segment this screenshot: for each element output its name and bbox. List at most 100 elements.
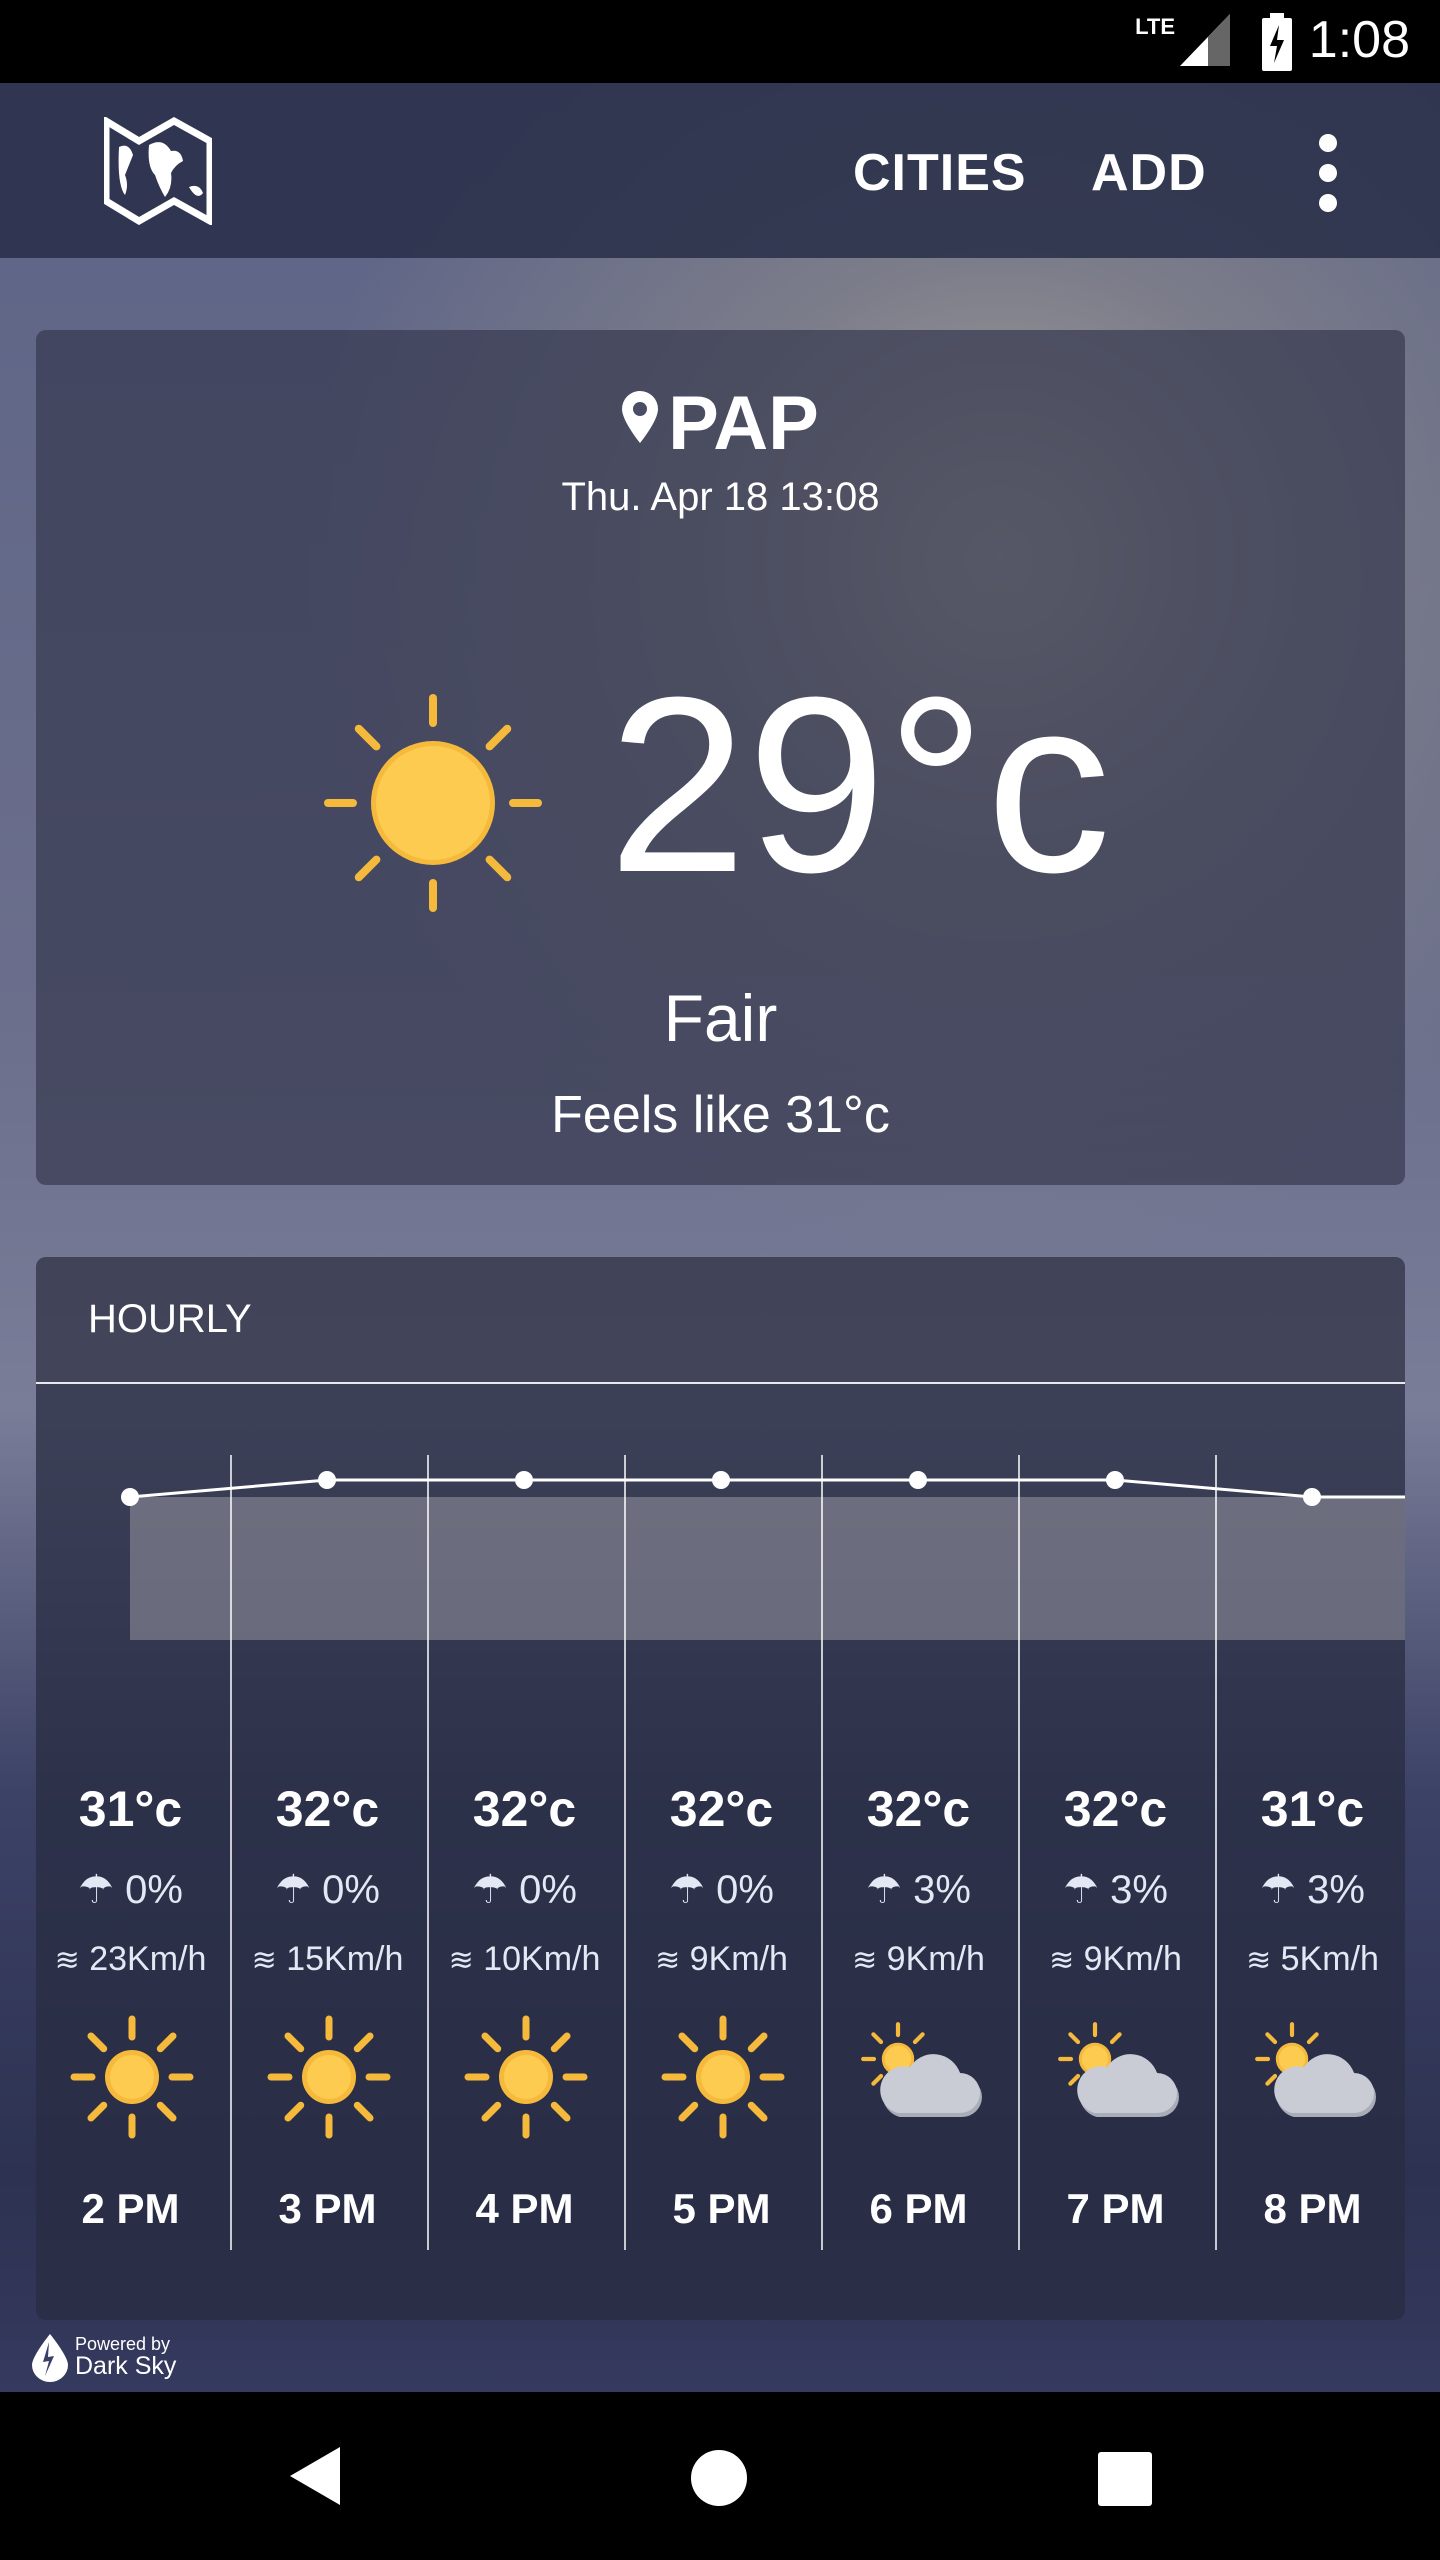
hourly-temp: 32°c [669, 1781, 774, 1837]
sun-ray [550, 2032, 571, 2053]
sun-ray [912, 2032, 925, 2045]
hourly-temp: 32°c [1063, 1781, 1168, 1837]
hourly-temp: 31°c [78, 1781, 183, 1837]
umbrella-icon: ☂ [1260, 1868, 1296, 1912]
umbrella-icon: ☂ [275, 1868, 311, 1912]
umbrella-icon: ☂ [78, 1868, 114, 1912]
hourly-temp: 32°c [866, 1781, 971, 1837]
sun-ray [678, 2032, 699, 2053]
sun-ray [284, 2032, 305, 2053]
location-pin-icon [622, 391, 659, 443]
sun-ray [871, 2032, 884, 2045]
column-divider [624, 1455, 626, 2250]
app-bar: CITIES ADD [0, 83, 1440, 258]
hourly-time: 6 PM [869, 2185, 968, 2232]
location: PAP [36, 380, 1405, 467]
umbrella-icon: ☂ [472, 1868, 508, 1912]
hourly-precip: ☂ 3% [1063, 1868, 1168, 1912]
hourly-wind: ≋ 9Km/h [655, 1940, 788, 1978]
sun-ray [1068, 2073, 1081, 2086]
sun-icon [267, 2015, 391, 2139]
sun-ray [485, 724, 512, 751]
sun-icon [324, 694, 542, 912]
current-weather-card: PAP Thu. Apr 18 13:08 29°c Fair Feels li… [36, 330, 1405, 1185]
hourly-wind: ≋ 9Km/h [1049, 1940, 1182, 1978]
hourly-precip: ☂ 0% [472, 1868, 577, 1912]
sun-ray [481, 2032, 502, 2053]
sun-icon [661, 2015, 785, 2139]
sun-ray [678, 2101, 699, 2122]
hourly-precip: ☂ 0% [78, 1868, 183, 1912]
wind-icon: ≋ [1246, 1944, 1272, 1977]
sun-ray [747, 2101, 768, 2122]
sun-ray [354, 724, 381, 751]
hourly-wind: ≋ 5Km/h [1246, 1940, 1379, 1978]
sun-ray [550, 2101, 571, 2122]
hourly-item: 32°c ☂ 3% ≋ 9Km/h 7 PM [1017, 1455, 1214, 2250]
sun-ray [284, 2101, 305, 2122]
hourly-title: HOURLY [88, 1297, 252, 1341]
sun-ray [481, 2101, 502, 2122]
dark-sky-logo-icon [32, 2334, 68, 2382]
wind-icon: ≋ [54, 1944, 80, 1977]
sun-icon [464, 2015, 588, 2139]
partly-cloudy-icon [1058, 2022, 1179, 2117]
hourly-time: 7 PM [1066, 2185, 1165, 2232]
more-vert-icon[interactable] [1314, 133, 1342, 213]
partly-cloudy-icon [861, 2022, 982, 2117]
world-map-icon[interactable] [104, 117, 212, 225]
sun-ray [87, 2101, 108, 2122]
hourly-time: 8 PM [1263, 2185, 1362, 2232]
hourly-temp: 32°c [472, 1781, 577, 1837]
sun-ray [156, 2101, 177, 2122]
current-condition: Fair [663, 981, 778, 1055]
sun-ray [353, 2101, 374, 2122]
hourly-item: 31°c ☂ 0% ≋ 23Km/h 2 PM [32, 1455, 229, 2250]
current-datetime: Thu. Apr 18 13:08 [561, 475, 880, 519]
hourly-item: 32°c ☂ 3% ≋ 9Km/h 6 PM [820, 1455, 1017, 2250]
wind-icon: ≋ [1049, 1944, 1075, 1977]
sun-ray [354, 855, 381, 882]
status-bar: LTE 1:08 [0, 0, 1440, 83]
signal-icon [1180, 14, 1230, 66]
hourly-time: 3 PM [278, 2185, 377, 2232]
add-button[interactable]: ADD [1091, 143, 1207, 203]
sun-ray [87, 2032, 108, 2053]
network-label: LTE [1135, 14, 1175, 39]
hourly-time: 2 PM [81, 2185, 180, 2232]
clock: 1:08 [1308, 11, 1410, 69]
column-divider [1018, 1455, 1020, 2250]
recents-icon[interactable] [1098, 2452, 1152, 2506]
hourly-temp: 32°c [275, 1781, 380, 1837]
battery-charging-icon [1262, 13, 1292, 71]
hourly-precip: ☂ 3% [1260, 1868, 1365, 1912]
hourly-precip: ☂ 0% [669, 1868, 774, 1912]
sun-ray [1265, 2032, 1278, 2045]
current-temperature: 29°c [608, 645, 1112, 924]
dark-sky-label: Dark Sky [75, 2352, 177, 2380]
wind-icon: ≋ [448, 1944, 474, 1977]
wind-icon: ≋ [251, 1944, 277, 1977]
hourly-precip: ☂ 0% [275, 1868, 380, 1912]
hourly-item: 32°c ☂ 0% ≋ 10Km/h 4 PM [426, 1455, 623, 2250]
sun-ray [747, 2032, 768, 2053]
umbrella-icon: ☂ [866, 1868, 902, 1912]
back-icon[interactable] [290, 2447, 340, 2505]
home-icon[interactable] [690, 2449, 748, 2507]
sun-icon [70, 2015, 194, 2139]
sun-ray [1265, 2073, 1278, 2086]
cities-button[interactable]: CITIES [853, 143, 1027, 203]
sun-ray [485, 855, 512, 882]
partly-cloudy-icon [1255, 2022, 1376, 2117]
column-divider [230, 1455, 232, 2250]
feels-like: Feels like 31°c [551, 1086, 890, 1144]
hourly-time: 4 PM [475, 2185, 574, 2232]
hourly-wind: ≋ 23Km/h [54, 1940, 207, 1978]
hourly-item: 32°c ☂ 0% ≋ 15Km/h 3 PM [229, 1455, 426, 2250]
umbrella-icon: ☂ [669, 1868, 705, 1912]
column-divider [427, 1455, 429, 2250]
sun-ray [156, 2032, 177, 2053]
sun-ray [353, 2032, 374, 2053]
hourly-wind: ≋ 15Km/h [251, 1940, 404, 1978]
wind-icon: ≋ [852, 1944, 878, 1977]
